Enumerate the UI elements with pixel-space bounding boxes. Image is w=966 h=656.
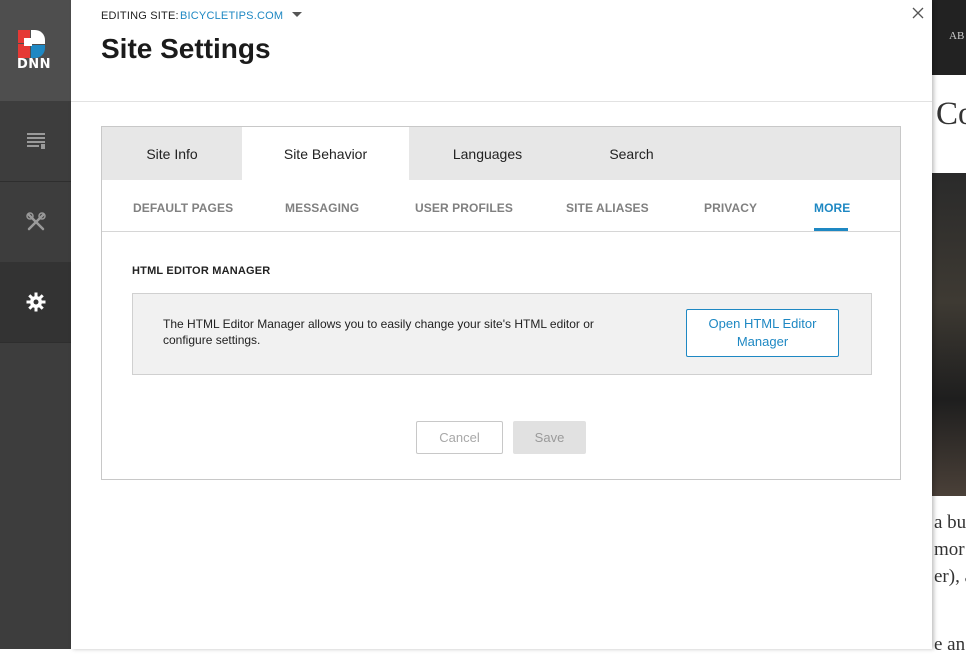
tab-bar: Site Info Site Behavior Languages Search bbox=[102, 127, 900, 181]
site-header: AB bbox=[932, 0, 966, 75]
cancel-button[interactable]: Cancel bbox=[416, 421, 503, 454]
tab-site-behavior[interactable]: Site Behavior bbox=[242, 127, 409, 181]
subtab-default-pages[interactable]: DEFAULT PAGES bbox=[133, 201, 233, 215]
dnn-logo-icon bbox=[18, 30, 45, 58]
background-website: AB Co a bu mor er), a e an bbox=[932, 0, 966, 655]
editing-site-label: EDITING SITE: bbox=[101, 10, 179, 22]
editing-site-name[interactable]: BICYCLETIPS.COM bbox=[180, 10, 283, 22]
html-editor-info-box: The HTML Editor Manager allows you to ea… bbox=[132, 293, 872, 375]
site-photo bbox=[932, 173, 966, 496]
logo-text: DNN bbox=[17, 57, 52, 72]
tab-search[interactable]: Search bbox=[566, 127, 697, 181]
chevron-down-icon[interactable] bbox=[292, 12, 302, 17]
subtab-site-aliases[interactable]: SITE ALIASES bbox=[566, 201, 649, 215]
subtab-privacy[interactable]: PRIVACY bbox=[704, 201, 757, 215]
site-header-text: AB bbox=[949, 30, 965, 42]
tab-languages[interactable]: Languages bbox=[409, 127, 566, 181]
subtab-messaging[interactable]: MESSAGING bbox=[285, 201, 359, 215]
open-html-editor-manager-label: Open HTML Editor Manager bbox=[708, 316, 817, 349]
close-icon[interactable] bbox=[912, 7, 924, 19]
site-paragraph-line: a bu bbox=[934, 512, 966, 533]
persona-item-content[interactable] bbox=[0, 101, 71, 182]
open-html-editor-manager-button[interactable]: Open HTML Editor Manager bbox=[686, 309, 839, 357]
persona-bar: DNN bbox=[0, 0, 71, 649]
tab-site-info[interactable]: Site Info bbox=[102, 127, 242, 181]
subtab-bar: DEFAULT PAGES MESSAGING USER PROFILES SI… bbox=[102, 180, 900, 232]
site-heading: Co bbox=[936, 96, 966, 132]
active-subtab-indicator bbox=[814, 228, 848, 231]
site-settings-panel: EDITING SITE: BICYCLETIPS.COM Site Setti… bbox=[71, 0, 932, 649]
subtab-more[interactable]: MORE bbox=[814, 201, 850, 215]
gear-icon bbox=[26, 292, 45, 312]
subtab-user-profiles[interactable]: USER PROFILES bbox=[415, 201, 513, 215]
persona-item-tools[interactable] bbox=[0, 182, 71, 263]
site-paragraph-line: e an bbox=[934, 634, 966, 655]
persona-item-settings[interactable] bbox=[0, 262, 71, 343]
section-title: HTML EDITOR MANAGER bbox=[132, 265, 271, 277]
dnn-logo[interactable]: DNN bbox=[0, 0, 71, 101]
site-paragraph-line: mor bbox=[934, 539, 965, 560]
panel-header: EDITING SITE: BICYCLETIPS.COM Site Setti… bbox=[71, 0, 932, 102]
section-description: The HTML Editor Manager allows you to ea… bbox=[163, 317, 594, 347]
content-icon bbox=[26, 133, 45, 149]
settings-container: Site Info Site Behavior Languages Search… bbox=[101, 126, 901, 480]
tools-icon bbox=[25, 212, 46, 231]
save-button[interactable]: Save bbox=[513, 421, 586, 454]
page-title: Site Settings bbox=[101, 33, 271, 64]
site-paragraph-line: er), a bbox=[934, 566, 966, 587]
